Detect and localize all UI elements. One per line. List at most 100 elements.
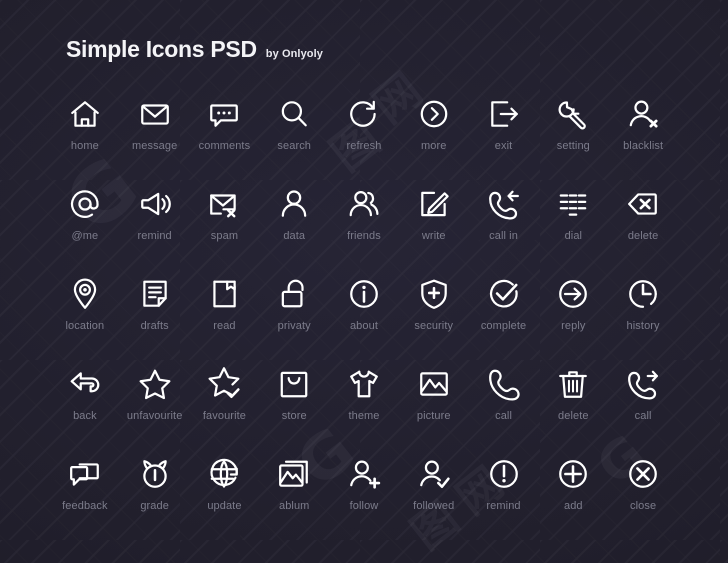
icon-cell-setting[interactable]: setting <box>538 93 608 183</box>
icon-cell-blacklist[interactable]: blacklist <box>608 93 678 183</box>
icon-label: comments <box>198 140 251 152</box>
icon-cell-write[interactable]: write <box>399 183 469 273</box>
icon-label: history <box>626 320 660 332</box>
globe-refresh-icon <box>205 455 243 493</box>
star-check-icon <box>205 365 243 403</box>
icon-label: search <box>277 140 312 152</box>
page-title: Simple Icons PSD <box>66 36 257 62</box>
icon-cell-follow[interactable]: follow <box>329 453 399 543</box>
icon-grid: home message comments search refresh mor… <box>50 93 678 543</box>
icon-cell-about[interactable]: about <box>329 273 399 363</box>
icon-label: location <box>65 320 105 332</box>
icon-cell-message[interactable]: message <box>120 93 190 183</box>
icon-cell-picture[interactable]: picture <box>399 363 469 453</box>
icon-label: ablum <box>278 500 310 512</box>
icon-cell-delete-bin[interactable]: delete <box>538 363 608 453</box>
icon-label: privaty <box>277 320 311 332</box>
star-icon <box>136 365 174 403</box>
icon-cell-comments[interactable]: comments <box>190 93 260 183</box>
page-byline: by Onlyoly <box>265 48 324 60</box>
icon-label: theme <box>348 410 380 422</box>
two-people-icon <box>345 185 383 223</box>
icon-cell-more[interactable]: more <box>399 93 469 183</box>
icon-cell-theme[interactable]: theme <box>329 363 399 453</box>
phone-icon <box>485 365 523 403</box>
icon-label: grade <box>140 500 169 512</box>
icon-cell-favourite[interactable]: favourite <box>190 363 260 453</box>
icon-cell-feedback[interactable]: feedback <box>50 453 120 543</box>
icon-cell-store[interactable]: store <box>259 363 329 453</box>
tshirt-icon <box>345 365 383 403</box>
unlocked-padlock-icon <box>275 275 313 313</box>
arrow-right-circle-icon <box>554 275 592 313</box>
icon-cell-ablum[interactable]: ablum <box>259 453 329 543</box>
shopping-bag-icon <box>275 365 313 403</box>
icon-cell-exit[interactable]: exit <box>469 93 539 183</box>
icon-label: security <box>414 320 454 332</box>
icon-cell-drafts[interactable]: drafts <box>120 273 190 363</box>
icon-cell-grade[interactable]: grade <box>120 453 190 543</box>
icon-cell-complete[interactable]: complete <box>469 273 539 363</box>
icon-label: favourite <box>202 410 246 422</box>
icon-cell-friends[interactable]: friends <box>329 183 399 273</box>
icon-cell-atme[interactable]: @me <box>50 183 120 273</box>
map-pin-icon <box>66 275 104 313</box>
picture-icon <box>415 365 453 403</box>
icon-cell-security[interactable]: security <box>399 273 469 363</box>
icon-cell-data[interactable]: data <box>259 183 329 273</box>
person-x-icon <box>624 95 662 133</box>
icon-label: read <box>213 320 236 332</box>
icon-label: delete <box>627 230 659 242</box>
plus-circle-icon <box>554 455 592 493</box>
icon-label: unfavourite <box>126 410 183 422</box>
info-circle-icon <box>345 275 383 313</box>
icon-cell-remind-horn[interactable]: remind <box>120 183 190 273</box>
icon-cell-call-in[interactable]: call in <box>469 183 539 273</box>
icon-cell-delete-back[interactable]: delete <box>608 183 678 273</box>
envelope-icon <box>136 95 174 133</box>
album-stack-icon <box>275 455 313 493</box>
icon-cell-call[interactable]: call <box>469 363 539 453</box>
icon-cell-read[interactable]: read <box>190 273 260 363</box>
icon-label: remind <box>137 230 172 242</box>
dialpad-icon <box>554 185 592 223</box>
icon-label: home <box>70 140 99 152</box>
icon-cell-location[interactable]: location <box>50 273 120 363</box>
icon-label: store <box>281 410 307 422</box>
search-icon <box>275 95 313 133</box>
icon-cell-reply[interactable]: reply <box>538 273 608 363</box>
check-circle-icon <box>485 275 523 313</box>
icon-cell-refresh[interactable]: refresh <box>329 93 399 183</box>
icon-cell-spam[interactable]: spam <box>190 183 260 273</box>
pencil-square-icon <box>415 185 453 223</box>
icon-label: complete <box>480 320 527 332</box>
icon-cell-home[interactable]: home <box>50 93 120 183</box>
icon-cell-history[interactable]: history <box>608 273 678 363</box>
icon-cell-update[interactable]: update <box>190 453 260 543</box>
exclamation-circle-icon <box>485 455 523 493</box>
icon-label: update <box>207 500 242 512</box>
icon-cell-search[interactable]: search <box>259 93 329 183</box>
icon-label: call <box>634 410 652 422</box>
icon-cell-close[interactable]: close <box>608 453 678 543</box>
icon-label: @me <box>71 230 99 242</box>
document-lines-icon <box>136 275 174 313</box>
icon-label: setting <box>556 140 590 152</box>
person-check-icon <box>415 455 453 493</box>
icon-cell-followed[interactable]: followed <box>399 453 469 543</box>
icon-label: friends <box>347 230 381 242</box>
icon-cell-privaty[interactable]: privaty <box>259 273 329 363</box>
icon-cell-add[interactable]: add <box>538 453 608 543</box>
icon-cell-dial[interactable]: dial <box>538 183 608 273</box>
phone-outgoing-icon <box>624 365 662 403</box>
icon-label: refresh <box>346 140 382 152</box>
icon-label: write <box>421 230 446 242</box>
icon-cell-remind[interactable]: remind <box>469 453 539 543</box>
comment-bubble-icon <box>205 95 243 133</box>
icon-label: remind <box>486 500 521 512</box>
icon-cell-call-out[interactable]: call <box>608 363 678 453</box>
timer-icon <box>136 455 174 493</box>
icon-cell-back[interactable]: back <box>50 363 120 453</box>
icon-cell-unfavourite[interactable]: unfavourite <box>120 363 190 453</box>
arrow-left-icon <box>66 365 104 403</box>
